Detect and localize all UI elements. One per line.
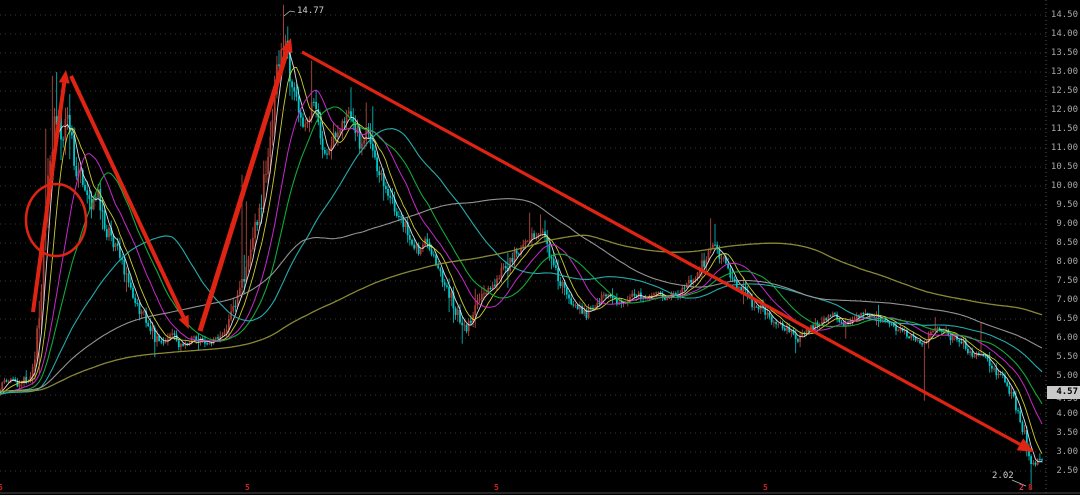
y-axis-label: 10.50 xyxy=(1044,163,1078,172)
y-axis-label: 7.50 xyxy=(1044,277,1078,286)
y-axis-label: 5.00 xyxy=(1044,372,1078,381)
y-axis-label: 8.50 xyxy=(1044,239,1078,248)
low-price-label: 2.02 xyxy=(992,472,1014,481)
y-axis-label: 11.00 xyxy=(1044,144,1078,153)
y-axis-label: 5.50 xyxy=(1044,353,1078,362)
x-axis-label: 2 xyxy=(1019,484,1024,492)
x-axis-label: 5 xyxy=(0,484,3,492)
current-price-tag: 4.57 xyxy=(1047,386,1080,399)
y-axis-label: 6.50 xyxy=(1044,315,1078,324)
y-axis-label: 6.00 xyxy=(1044,334,1078,343)
y-axis-label: 14.00 xyxy=(1044,30,1078,39)
x-axis-label: 5 xyxy=(245,484,250,492)
y-axis-label: 13.00 xyxy=(1044,68,1078,77)
x-axis-label: 5 xyxy=(494,484,499,492)
x-axis-label: 8 xyxy=(1028,484,1033,492)
y-axis-label: 11.50 xyxy=(1044,125,1078,134)
y-axis-label: 13.50 xyxy=(1044,49,1078,58)
up-arrow-2-arrowhead xyxy=(281,38,292,53)
y-axis-label: 9.00 xyxy=(1044,220,1078,229)
y-axis-label: 14.50 xyxy=(1044,11,1078,20)
y-axis-label: 2.50 xyxy=(1044,467,1078,476)
y-axis-label: 10.00 xyxy=(1044,182,1078,191)
y-axis-label: 3.00 xyxy=(1044,448,1078,457)
y-axis-label: 12.00 xyxy=(1044,106,1078,115)
y-axis-label: 4.00 xyxy=(1044,410,1078,419)
y-axis-label: 3.50 xyxy=(1044,429,1078,438)
ma120-line xyxy=(0,199,1042,392)
up-arrow-2-annotation xyxy=(200,51,287,331)
candlestick-chart-canvas[interactable] xyxy=(0,0,1080,495)
down-arrow-annotation xyxy=(71,76,184,317)
y-axis-label: 8.00 xyxy=(1044,258,1078,267)
peak-price-label: 14.77 xyxy=(297,7,324,16)
trendline-downtrend-annotation xyxy=(302,52,1020,444)
y-axis-label: 12.50 xyxy=(1044,87,1078,96)
stock-chart-window: 14.50 14.00 13.50 13.00 12.50 12.00 11.50 11.00… xyxy=(0,0,1080,495)
y-axis-label: 7.00 xyxy=(1044,296,1078,305)
x-axis-label: 5 xyxy=(763,484,768,492)
y-axis-label: 9.50 xyxy=(1044,201,1078,210)
candles-layer xyxy=(0,5,1043,490)
